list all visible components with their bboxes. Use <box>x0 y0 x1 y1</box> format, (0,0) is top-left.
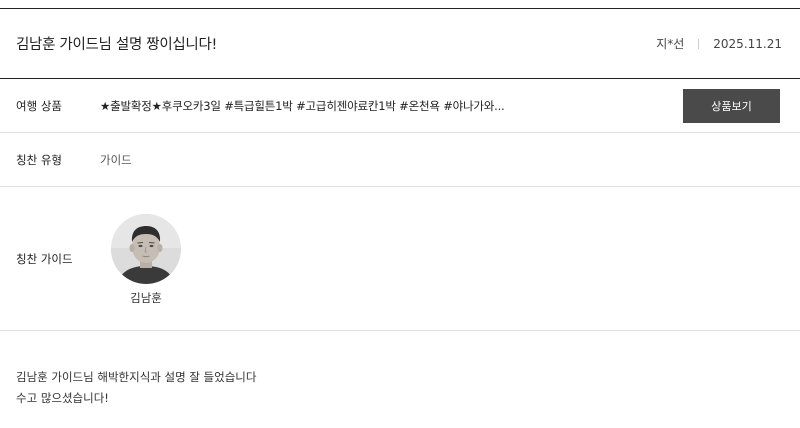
guide-avatar <box>111 213 181 284</box>
praise-guide-label: 칭찬 가이드 <box>16 251 73 266</box>
meta-separator <box>698 38 700 49</box>
review-line: 수고 많으셨습니다! <box>16 391 109 405</box>
review-header: 김남훈 가이드님 설명 짱이십니다! 지*선 2025.11.21 <box>0 9 800 79</box>
praise-type-label: 칭찬 유형 <box>16 152 62 167</box>
product-title[interactable]: ★출발확정★후쿠오카3일 #특급힐튼1박 #고급히젠야료칸1박 #온천욕 #야나… <box>100 98 683 114</box>
praise-type-value: 가이드 <box>100 152 132 167</box>
praise-guide-row: 칭찬 가이드 김남훈 <box>0 187 800 331</box>
review-line: 김남훈 가이드님 해박한지식과 설명 잘 들었습니다 <box>16 370 257 384</box>
view-product-button[interactable]: 상품보기 <box>683 88 780 123</box>
guide-name: 김남훈 <box>130 290 162 305</box>
product-label: 여행 상품 <box>16 98 62 113</box>
review-date: 2025.11.21 <box>713 36 782 51</box>
guide-avatar-photo <box>111 213 181 284</box>
review-author: 지*선 <box>656 37 685 51</box>
praise-type-row: 칭찬 유형 가이드 <box>0 133 800 187</box>
review-meta: 지*선 2025.11.21 <box>656 35 782 52</box>
product-row: 여행 상품 ★출발확정★후쿠오카3일 #특급힐튼1박 #고급히젠야료칸1박 #온… <box>0 79 800 133</box>
review-body: 김남훈 가이드님 해박한지식과 설명 잘 들었습니다 수고 많으셨습니다! <box>16 367 256 409</box>
review-title: 김남훈 가이드님 설명 짱이십니다! <box>16 37 217 53</box>
guide-card[interactable]: 김남훈 <box>110 213 182 306</box>
